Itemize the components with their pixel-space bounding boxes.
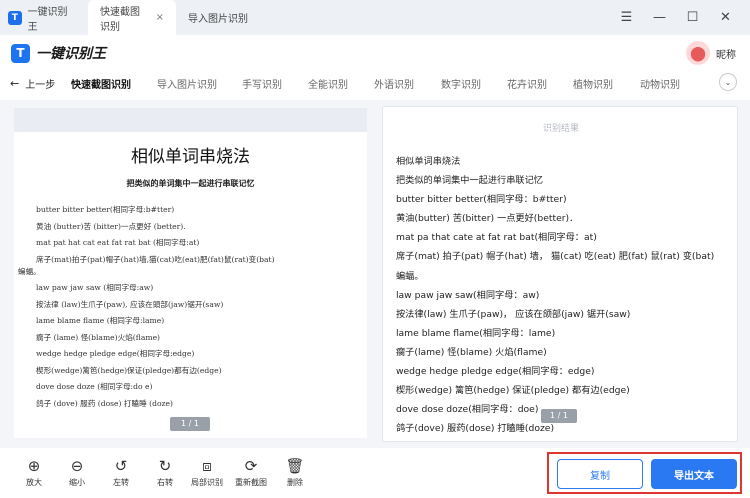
nav-item-quick-screenshot[interactable]: 快速截图识别 [71,76,131,91]
image-preview-header [14,108,367,132]
brand-logo-icon: T [11,43,30,63]
menu-icon[interactable]: ☰ [610,10,643,25]
doc-line: dove dose doze (相同字母:do e) [36,382,153,391]
rotate-left-button[interactable]: ↺ 左转 [101,457,141,488]
doc-line: lame blame flame (相同字母:lame) [36,316,165,325]
feature-nav: ← 上一步 快速截图识别 导入图片识别 手写识别 全能识别 外语识别 数字识别 … [0,71,750,95]
user-nickname[interactable]: 昵称 [716,46,736,61]
export-text-button[interactable]: 导出文本 [651,459,737,489]
rotate-left-icon: ↺ [114,457,128,475]
close-tab-icon[interactable]: × [156,12,164,23]
image-preview: 相似单词串烧法 把类似的单词集中一起进行串联记忆 butter bitter b… [14,132,367,438]
nav-item-plants[interactable]: 植物识别 [573,76,613,91]
avatar[interactable] [686,41,710,65]
window-controls: ☰ — ☐ ✕ [610,0,742,35]
tool-label: 放大 [26,478,42,487]
minimize-icon[interactable]: — [643,10,676,25]
main-area: 相似单词串烧法 把类似的单词集中一起进行串联记忆 butter bitter b… [0,100,750,448]
app-logo-icon: T [8,10,22,25]
delete-button[interactable]: 🗑 删除 [275,457,315,488]
partial-recognize-button[interactable]: ⧈ 局部识别 [187,457,227,488]
result-line: law paw jaw saw(相同字母：aw) [396,289,540,301]
doc-line: 按法律 (law)生爪子(paw), 应该在頭部(jaw)锯开(saw) [36,299,224,309]
nav-item-animals[interactable]: 动物识别 [640,76,680,91]
tool-label: 重新截图 [235,478,267,487]
nav-item-digits[interactable]: 数字识别 [441,76,481,91]
close-window-icon[interactable]: ✕ [709,10,742,25]
tab-import-image[interactable]: 导入图片识别 [176,0,260,35]
result-line: lame blame flame(相同字母：lame) [396,327,556,339]
doc-line: butter bitter better(相同字母:b#tter) [36,205,175,214]
zoom-in-button[interactable]: ⊕ 放大 [14,457,54,488]
result-line: 鸽子(dove) 服药(dose) 打瞌睡(doze) [396,423,555,435]
nav-item-flowers[interactable]: 花卉识别 [507,76,547,91]
result-title: 识别结果 [542,124,579,134]
rotate-right-button[interactable]: ↻ 右转 [145,457,185,488]
result-line: 黄油(butter) 苦(bitter) 一点更好(better)． [396,213,579,225]
result-line: mat pa that cate at fat rat bat(相同字母：at) [396,232,597,244]
doc-line: 楔形(wedge)篱笆(hedge)保证(pledge)都有边(edge) [36,365,222,375]
back-label: 上一步 [25,79,56,91]
zoom-in-icon: ⊕ [27,457,41,475]
doc-line: 瘸子 (lame) 怪(blame)火焰(flame) [36,332,161,342]
image-page-indicator: 1 / 1 [170,417,210,431]
nav-item-foreign-language[interactable]: 外语识别 [374,76,414,91]
result-page-indicator: 1 / 1 [541,409,577,423]
brand-name: 一键识别王 [36,46,106,62]
tab-app-home[interactable]: T 一键识别王 [0,0,88,35]
nav-item-all-purpose[interactable]: 全能识别 [308,76,348,91]
tab-label: 一键识别王 [27,6,68,33]
result-line: wedge hedge pledge edge(相同字母：edge) [396,366,595,378]
copy-button[interactable]: 复制 [557,459,643,489]
doc-line: wedge hedge pledge edge(相同字母:edge) [36,349,195,358]
result-line: 相似单词串烧法 [396,156,461,167]
result-line: 按法律(law) 生爪子(paw)， 应该在颌部(jaw) 锯开(saw) [396,308,631,320]
tool-label: 缩小 [69,478,85,487]
arrow-left-icon: ← [10,76,20,90]
scan-icon: ⧈ [202,457,212,475]
doc-title: 相似单词串烧法 [131,147,250,167]
result-panel: 识别结果 相似单词串烧法 把类似的单词集中一起进行串联记忆 butter bit… [382,106,738,442]
zoom-out-icon: ⊖ [70,457,84,475]
tool-label: 右转 [157,478,173,487]
refresh-icon: ⟳ [244,457,258,475]
maximize-icon[interactable]: ☐ [676,10,709,25]
brand-bar: T 一键识别王 昵称 [0,35,750,71]
back-button[interactable]: ← 上一步 [10,76,55,91]
tab-label: 快速截图识别 [100,6,140,33]
result-line: 瘸子(lame) 怪(blame) 火焰(flame) [396,346,547,358]
doc-line: law paw jaw saw (相同字母:aw) [36,283,154,292]
doc-line: 黄油 (butter)苦 (bitter)一点更好 (better). [36,221,186,231]
rotate-right-icon: ↻ [158,457,172,475]
nav-item-handwriting[interactable]: 手写识别 [242,76,282,91]
user-menu[interactable]: 昵称 [686,41,736,65]
doc-subtitle: 把类似的单词集中一起进行串联记忆 [126,178,255,188]
doc-line: 鸽子 (dove) 服药 (dose) 打瞌睡 (doze) [36,398,173,408]
result-line: 席子(mat) 拍子(pat) 帽子(hat) 墙， 猫(cat) 吃(eat)… [396,251,715,263]
doc-line: 蝙蝠。 [18,266,41,276]
doc-lines: butter bitter better(相同字母:b#tter) 黄油 (bu… [14,204,367,414]
result-line: 蝙蝠。 [396,270,424,282]
result-line: 楔形(wedge) 篱笆(hedge) 保证(pledge) 都有边(edge) [396,385,630,397]
tab-quick-screenshot[interactable]: 快速截图识别 × [88,0,176,35]
tool-label: 删除 [287,478,303,487]
result-text[interactable]: 相似单词串烧法 把类似的单词集中一起进行串联记忆 butter bitter b… [396,153,736,439]
result-line: butter bitter better(相同字母：b#tter) [396,194,567,206]
retake-screenshot-button[interactable]: ⟳ 重新截图 [231,457,271,488]
zoom-out-button[interactable]: ⊖ 缩小 [57,457,97,488]
title-bar: T 一键识别王 快速截图识别 × 导入图片识别 ☰ — ☐ ✕ [0,0,750,35]
doc-line: 席子(mat)拍子(pat)帽子(hat)墙,猫(cat)吃(eat)肥(fat… [36,254,275,264]
result-line: 把类似的单词集中一起进行串联记忆 [396,175,543,187]
chevron-down-icon[interactable]: ⌄ [719,73,737,91]
trash-icon: 🗑 [285,457,305,475]
doc-line: mat pat hat cat eat fat rat bat (相同字母:at… [36,238,200,247]
nav-item-import-image[interactable]: 导入图片识别 [157,76,217,91]
tool-label: 左转 [113,478,129,487]
tool-label: 局部识别 [191,478,223,487]
tab-label: 导入图片识别 [188,14,248,25]
